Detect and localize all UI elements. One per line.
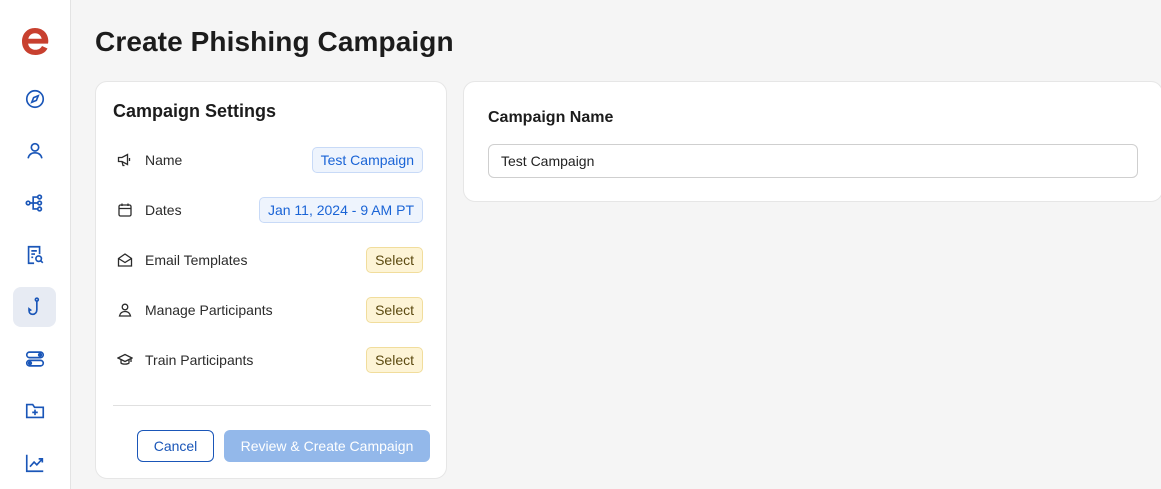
email-templates-select-button[interactable]: Select (366, 247, 423, 273)
settings-row-label: Train Participants (145, 352, 254, 368)
logo[interactable] (20, 24, 50, 58)
page-title: Create Phishing Campaign (95, 26, 454, 57)
settings-row-name: Name Test Campaign (117, 146, 423, 174)
envelope-open-icon (117, 252, 133, 268)
dates-value-pill[interactable]: Jan 11, 2024 - 9 AM PT (258, 197, 423, 223)
sidebar-item-workflows[interactable] (13, 183, 56, 223)
sidebar-item-phishing[interactable] (13, 287, 56, 327)
sidebar-item-explore[interactable] (13, 79, 56, 119)
card-title: Campaign Settings (113, 101, 277, 121)
campaign-name-input[interactable] (488, 144, 1138, 178)
campaign-name-card: Campaign Name (463, 81, 1161, 202)
sidebar-item-settings[interactable] (13, 339, 56, 379)
campaign-name-label: Campaign Name (488, 109, 614, 126)
settings-row-train-participants: Train Participants Select (117, 346, 423, 374)
settings-row-label: Name (145, 152, 183, 168)
sidebar (0, 0, 71, 489)
settings-row-manage-participants: Manage Participants Select (117, 296, 423, 324)
graduation-cap-icon (117, 352, 133, 368)
sidebar-item-reports[interactable] (13, 235, 56, 275)
folder-plus-icon (25, 403, 44, 419)
document-search-icon (27, 245, 43, 265)
settings-row-label: Email Templates (145, 252, 248, 268)
divider (113, 405, 431, 406)
calendar-icon (117, 202, 133, 218)
settings-row-label: Dates (145, 202, 182, 218)
trend-chart-icon (25, 454, 43, 473)
sidebar-item-files[interactable] (13, 391, 56, 431)
phishing-hook-icon (27, 297, 39, 316)
manage-participants-select-button[interactable]: Select (366, 297, 423, 323)
campaign-settings-card: Campaign Settings Name Test Campaign Dat… (95, 81, 447, 479)
review-create-campaign-button[interactable]: Review & Create Campaign (224, 430, 430, 462)
sidebar-item-users[interactable] (13, 131, 56, 171)
megaphone-icon (117, 152, 133, 168)
settings-row-label: Manage Participants (145, 302, 273, 318)
toggles-icon (25, 351, 44, 367)
user-icon (117, 302, 133, 318)
name-value-pill[interactable]: Test Campaign (311, 147, 423, 173)
compass-icon (25, 89, 44, 109)
user-icon (26, 142, 43, 159)
settings-row-email-templates: Email Templates Select (117, 246, 423, 274)
cancel-button[interactable]: Cancel (137, 430, 214, 462)
settings-row-dates: Dates Jan 11, 2024 - 9 AM PT (117, 196, 423, 224)
workflow-icon (24, 194, 42, 212)
train-participants-select-button[interactable]: Select (366, 347, 423, 373)
sidebar-item-analytics[interactable] (13, 443, 56, 483)
